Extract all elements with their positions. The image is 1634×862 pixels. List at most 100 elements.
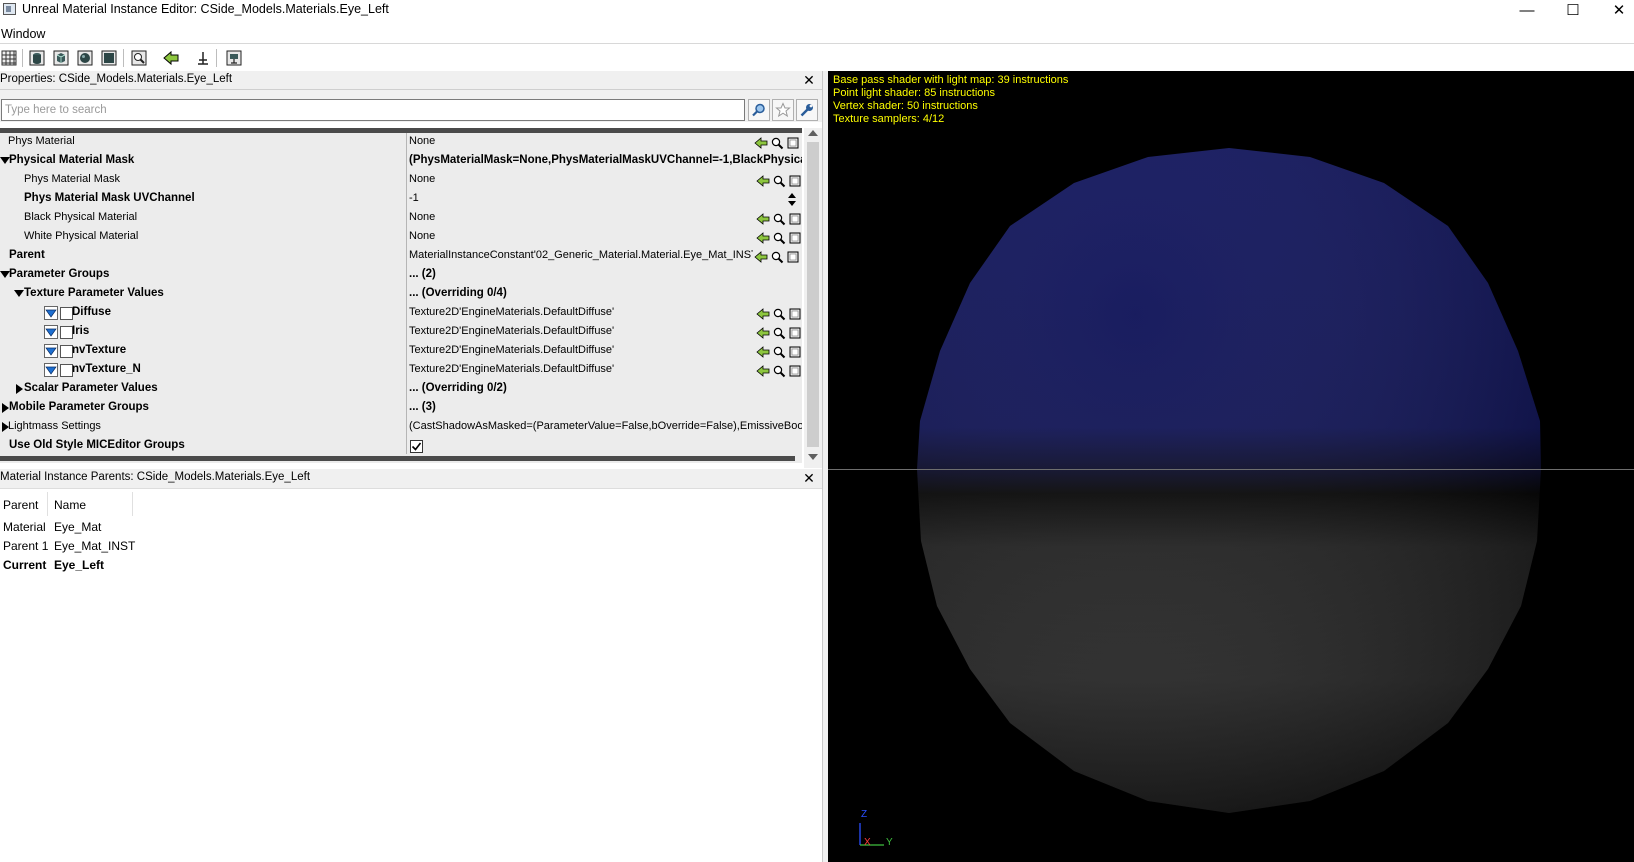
- browse-find-icon[interactable]: [771, 363, 786, 378]
- column-divider[interactable]: [406, 228, 407, 247]
- property-value[interactable]: ... (2): [409, 268, 802, 280]
- browse-find-icon[interactable]: [771, 230, 786, 245]
- browse-find-icon[interactable]: [769, 249, 784, 264]
- expand-right-arrow-icon[interactable]: [2, 403, 9, 413]
- expand-down-arrow-icon[interactable]: [14, 290, 24, 297]
- property-value[interactable]: MaterialInstanceConstant'02_Generic_Mate…: [409, 249, 802, 261]
- column-divider[interactable]: [406, 399, 407, 418]
- clear-value-icon[interactable]: [787, 211, 802, 226]
- column-divider[interactable]: [406, 437, 407, 454]
- property-value[interactable]: None: [409, 230, 802, 242]
- property-value[interactable]: None: [409, 135, 802, 147]
- scroll-up-arrow-icon[interactable]: [808, 130, 818, 136]
- use-selected-arrow-icon[interactable]: [755, 325, 770, 340]
- column-divider[interactable]: [406, 342, 407, 361]
- property-value[interactable]: Texture2D'EngineMaterials.DefaultDiffuse…: [409, 344, 802, 356]
- column-divider[interactable]: [406, 304, 407, 323]
- close-button[interactable]: ✕: [1596, 0, 1634, 20]
- column-divider[interactable]: [406, 247, 407, 266]
- property-value[interactable]: ... (Overriding 0/4): [409, 287, 802, 299]
- cylinder-icon[interactable]: [28, 49, 46, 67]
- sphere-icon[interactable]: [76, 49, 94, 67]
- zoom-fit-icon[interactable]: [130, 49, 148, 67]
- column-divider[interactable]: [406, 266, 407, 285]
- pin-icon[interactable]: [194, 49, 212, 67]
- use-old-style-checkbox[interactable]: [410, 440, 423, 453]
- column-divider[interactable]: [47, 492, 48, 516]
- property-value[interactable]: Texture2D'EngineMaterials.DefaultDiffuse…: [409, 363, 802, 375]
- browse-find-icon[interactable]: [771, 306, 786, 321]
- browse-find-icon[interactable]: [771, 325, 786, 340]
- browse-find-icon[interactable]: [771, 211, 786, 226]
- expand-parameter-icon[interactable]: [44, 344, 58, 358]
- property-row[interactable]: nvTexture_N Texture2D'EngineMaterials.Def…: [0, 361, 802, 380]
- property-row[interactable]: Parent MaterialInstanceConstant'02_Generi…: [0, 247, 802, 266]
- properties-close-button[interactable]: ✕: [801, 71, 817, 89]
- property-row[interactable]: Parameter Groups ... (2): [0, 266, 802, 285]
- scrollbar-thumb[interactable]: [807, 142, 819, 447]
- property-value[interactable]: (CastShadowAsMasked=(ParameterValue=Fals…: [409, 420, 802, 432]
- use-selected-arrow-icon[interactable]: [755, 344, 770, 359]
- property-row[interactable]: Physical Material Mask (PhysMaterialMask=…: [0, 152, 802, 171]
- realtime-icon[interactable]: [225, 49, 243, 67]
- property-value[interactable]: (PhysMaterialMask=None,PhysMaterialMaskU…: [409, 154, 802, 166]
- column-divider[interactable]: [406, 209, 407, 228]
- column-divider[interactable]: [406, 418, 407, 437]
- cube-icon[interactable]: [52, 49, 70, 67]
- use-selected-arrow-icon[interactable]: [755, 173, 770, 188]
- scroll-down-arrow-icon[interactable]: [808, 454, 818, 460]
- property-row[interactable]: White Physical Material None: [0, 228, 802, 247]
- use-selected-arrow-icon[interactable]: [753, 135, 768, 150]
- property-row[interactable]: Phys Material Mask None: [0, 171, 802, 190]
- favorites-star-icon[interactable]: [772, 99, 794, 121]
- clear-value-icon[interactable]: [785, 249, 800, 264]
- table-row-name[interactable]: Eye_Mat_INST: [54, 539, 135, 553]
- column-divider[interactable]: [406, 323, 407, 342]
- property-row[interactable]: Phys Material Mask UVChannel -1: [0, 190, 802, 209]
- maximize-button[interactable]: ☐: [1550, 0, 1596, 20]
- property-value[interactable]: Texture2D'EngineMaterials.DefaultDiffuse…: [409, 306, 802, 318]
- use-selected-arrow-icon[interactable]: [755, 211, 770, 226]
- minimize-button[interactable]: —: [1504, 0, 1550, 20]
- parents-close-button[interactable]: ✕: [801, 469, 817, 487]
- clear-value-icon[interactable]: [787, 344, 802, 359]
- column-divider[interactable]: [406, 171, 407, 190]
- property-value[interactable]: None: [409, 211, 802, 223]
- expand-parameter-icon[interactable]: [44, 306, 58, 320]
- plane-icon[interactable]: [100, 49, 118, 67]
- expand-parameter-icon[interactable]: [44, 363, 58, 377]
- clear-value-icon[interactable]: [787, 363, 802, 378]
- clear-value-icon[interactable]: [787, 173, 802, 188]
- property-row[interactable]: Lightmass Settings (CastShadowAsMasked=(P…: [0, 418, 802, 437]
- expand-right-arrow-icon[interactable]: [16, 384, 23, 394]
- table-row-name[interactable]: Eye_Mat: [54, 520, 101, 534]
- use-selected-arrow-icon[interactable]: [755, 363, 770, 378]
- property-row[interactable]: Diffuse Texture2D'EngineMaterials.Default…: [0, 304, 802, 323]
- settings-wrench-icon[interactable]: [796, 99, 818, 121]
- use-selected-arrow-icon[interactable]: [755, 230, 770, 245]
- use-selected-arrow-icon[interactable]: [755, 306, 770, 321]
- property-row[interactable]: Black Physical Material None: [0, 209, 802, 228]
- property-row[interactable]: Iris Texture2D'EngineMaterials.DefaultDif…: [0, 323, 802, 342]
- property-value[interactable]: None: [409, 173, 802, 185]
- clear-value-icon[interactable]: [785, 135, 800, 150]
- property-value[interactable]: ... (3): [409, 401, 802, 413]
- use-selected-arrow-icon[interactable]: [753, 249, 768, 264]
- property-row[interactable]: Mobile Parameter Groups ... (3): [0, 399, 802, 418]
- search-input[interactable]: [1, 99, 745, 121]
- table-row-name[interactable]: Eye_Left: [54, 558, 104, 572]
- property-row[interactable]: nvTexture Texture2D'EngineMaterials.Defau…: [0, 342, 802, 361]
- property-value[interactable]: ... (Overriding 0/2): [409, 382, 802, 394]
- property-row[interactable]: Scalar Parameter Values ... (Overriding 0…: [0, 380, 802, 399]
- column-divider[interactable]: [406, 285, 407, 304]
- property-value[interactable]: Texture2D'EngineMaterials.DefaultDiffuse…: [409, 325, 802, 337]
- browse-find-icon[interactable]: [771, 173, 786, 188]
- column-divider[interactable]: [406, 190, 407, 209]
- property-row[interactable]: Use Old Style MICEditor Groups: [0, 437, 802, 454]
- menu-window[interactable]: Window: [1, 27, 45, 41]
- clear-value-icon[interactable]: [787, 306, 802, 321]
- column-divider[interactable]: [406, 380, 407, 399]
- column-header-parent[interactable]: Parent: [3, 498, 38, 512]
- column-divider[interactable]: [406, 152, 407, 171]
- property-row[interactable]: Phys Material None: [0, 133, 802, 152]
